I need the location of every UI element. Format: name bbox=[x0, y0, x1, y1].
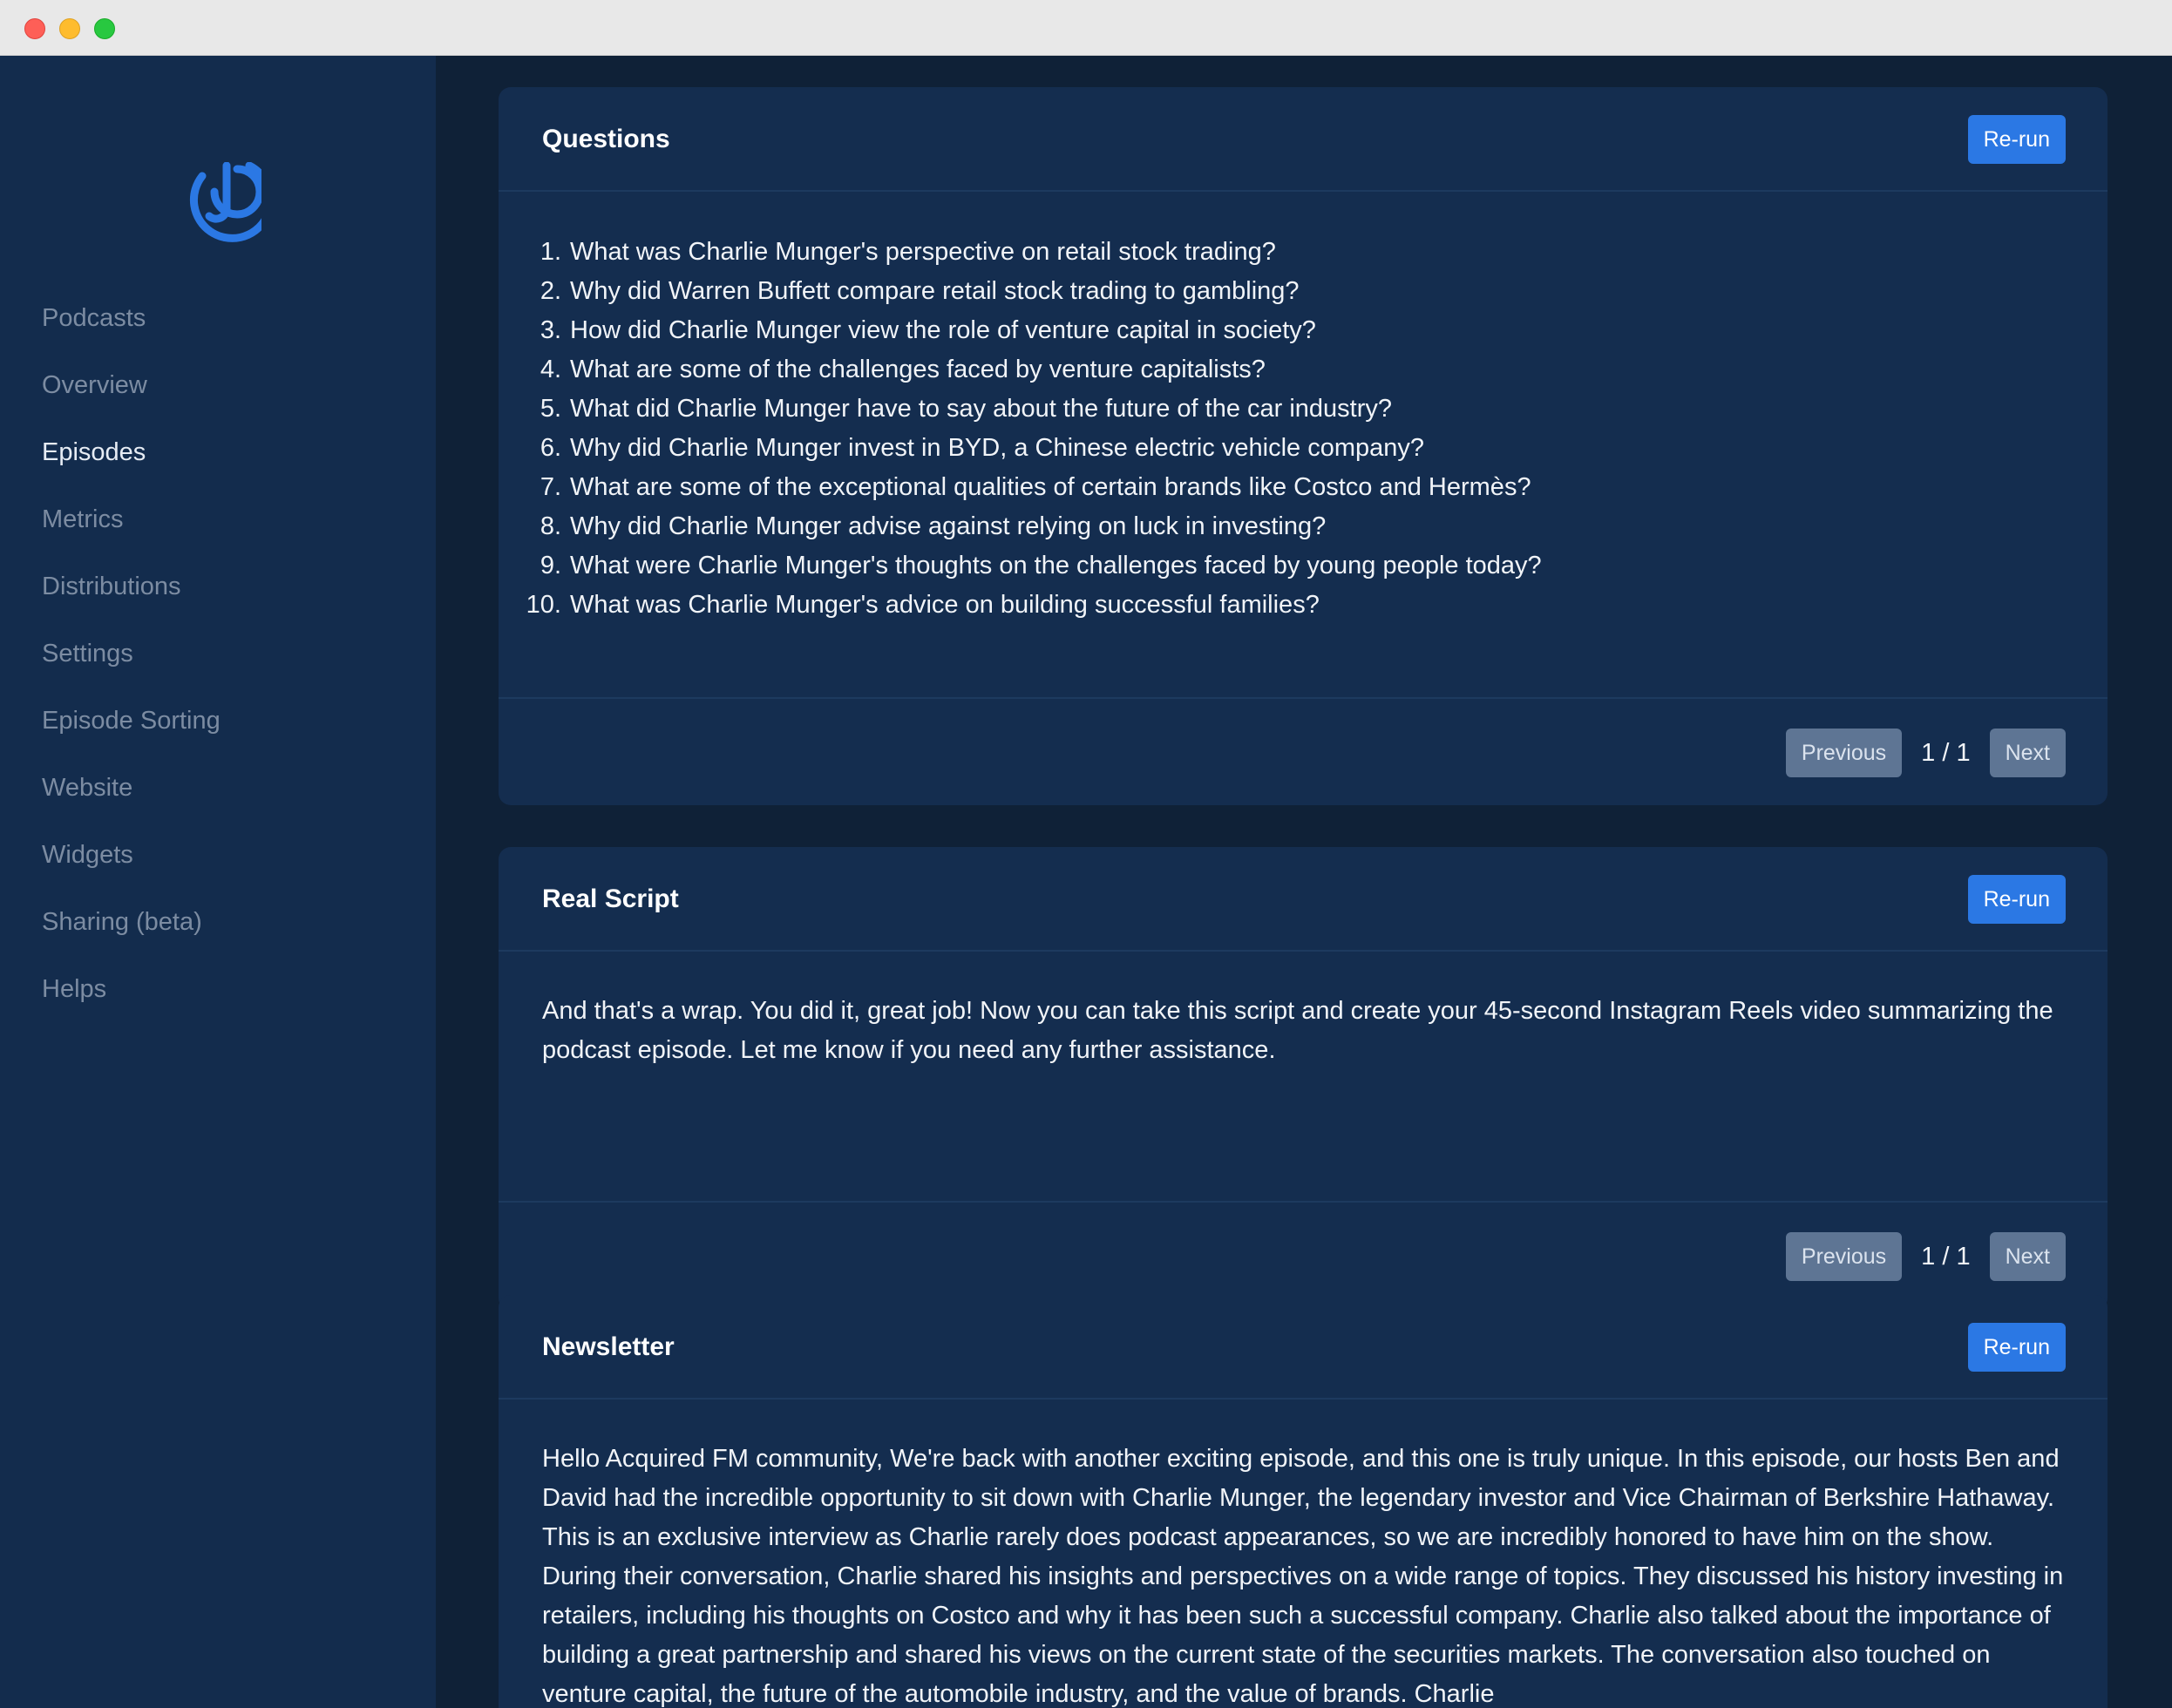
list-item-text: What did Charlie Munger have to say abou… bbox=[570, 395, 1393, 423]
questions-next-button[interactable]: Next bbox=[1989, 729, 2066, 777]
list-item-text: What are some of the challenges faced by… bbox=[570, 356, 1266, 383]
list-item-number: 10. bbox=[526, 591, 561, 619]
questions-card-footer: Previous 1 / 1 Next bbox=[499, 697, 2108, 805]
sidebar-item-sharing-beta[interactable]: Sharing (beta) bbox=[42, 895, 221, 962]
questions-card: Questions Re-run 1. What was Charlie Mung… bbox=[499, 87, 2108, 805]
list-item-text: How did Charlie Munger view the role of … bbox=[570, 316, 1316, 344]
sidebar-nav: Podcasts Overview Episodes Metrics Distr… bbox=[42, 291, 221, 1029]
questions-card-header: Questions Re-run bbox=[499, 87, 2108, 192]
list-item-number: 7. bbox=[540, 473, 561, 501]
list-item-text: Why did Charlie Munger invest in BYD, a … bbox=[570, 434, 1424, 462]
sidebar-item-settings[interactable]: Settings bbox=[42, 627, 221, 694]
sidebar-item-podcasts[interactable]: Podcasts bbox=[42, 291, 221, 358]
sidebar-item-helps[interactable]: Helps bbox=[42, 962, 221, 1029]
list-item: 3. How did Charlie Munger view the role o… bbox=[499, 311, 2064, 350]
list-item: 10. What was Charlie Munger's advice on b… bbox=[499, 586, 2064, 625]
app-logo-icon[interactable] bbox=[171, 161, 275, 253]
list-item: 4. What are some of the challenges faced … bbox=[499, 350, 2064, 390]
sidebar-item-metrics[interactable]: Metrics bbox=[42, 492, 221, 559]
newsletter-card-header: Newsletter Re-run bbox=[499, 1295, 2108, 1400]
questions-page-indicator: 1 / 1 bbox=[1921, 738, 1971, 767]
sidebar-item-episode-sorting[interactable]: Episode Sorting bbox=[42, 694, 221, 761]
questions-previous-button[interactable]: Previous bbox=[1785, 729, 1903, 777]
list-item-text: Why did Warren Buffett compare retail st… bbox=[570, 277, 1300, 305]
list-item-number: 2. bbox=[540, 277, 561, 305]
close-window-button[interactable] bbox=[24, 18, 45, 39]
sidebar-item-widgets[interactable]: Widgets bbox=[42, 828, 221, 895]
real-script-page-indicator: 1 / 1 bbox=[1921, 1242, 1971, 1271]
real-script-body: And that's a wrap. You did it, great job… bbox=[542, 997, 2053, 1064]
list-item-text: Why did Charlie Munger advise against re… bbox=[570, 512, 1327, 540]
list-item-number: 6. bbox=[540, 434, 561, 462]
minimize-window-button[interactable] bbox=[59, 18, 80, 39]
list-item: 7. What are some of the exceptional quali… bbox=[499, 468, 2064, 507]
questions-pagination: Previous 1 / 1 Next bbox=[1785, 729, 2066, 777]
list-item-number: 5. bbox=[540, 395, 561, 423]
list-item: 5. What did Charlie Munger have to say ab… bbox=[499, 390, 2064, 429]
list-item-text: What was Charlie Munger's advice on buil… bbox=[570, 591, 1320, 619]
sidebar-item-distributions[interactable]: Distributions bbox=[42, 559, 221, 627]
sidebar-item-overview[interactable]: Overview bbox=[42, 358, 221, 425]
sidebar: Podcasts Overview Episodes Metrics Distr… bbox=[0, 56, 436, 1708]
real-script-title: Real Script bbox=[542, 884, 679, 913]
real-script-card: Real Script Re-run And that's a wrap. Yo… bbox=[499, 847, 2108, 1311]
questions-body: 1. What was Charlie Munger's perspective … bbox=[499, 233, 2064, 625]
sidebar-item-website[interactable]: Website bbox=[42, 761, 221, 828]
real-script-previous-button[interactable]: Previous bbox=[1785, 1232, 1903, 1281]
main-content[interactable]: Questions Re-run 1. What was Charlie Mung… bbox=[436, 56, 2172, 1708]
list-item: 9. What were Charlie Munger's thoughts on… bbox=[499, 546, 2064, 586]
newsletter-rerun-button[interactable]: Re-run bbox=[1967, 1323, 2066, 1372]
list-item: 1. What was Charlie Munger's perspective … bbox=[499, 233, 2064, 272]
list-item: 6. Why did Charlie Munger invest in BYD, … bbox=[499, 429, 2064, 468]
app-window: Podcasts Overview Episodes Metrics Distr… bbox=[0, 0, 2172, 1708]
list-item-number: 8. bbox=[540, 512, 561, 540]
list-item-number: 3. bbox=[540, 316, 561, 344]
list-item: 8. Why did Charlie Munger advise against … bbox=[499, 507, 2064, 546]
real-script-pagination: Previous 1 / 1 Next bbox=[1785, 1232, 2066, 1281]
list-item: 2. Why did Warren Buffett compare retail … bbox=[499, 272, 2064, 311]
maximize-window-button[interactable] bbox=[94, 18, 115, 39]
newsletter-title: Newsletter bbox=[542, 1332, 675, 1361]
window-titlebar bbox=[0, 0, 2172, 56]
sidebar-item-episodes[interactable]: Episodes bbox=[42, 425, 221, 492]
list-item-number: 4. bbox=[540, 356, 561, 383]
questions-title: Questions bbox=[542, 125, 670, 153]
list-item-text: What were Charlie Munger's thoughts on t… bbox=[570, 552, 1542, 580]
real-script-rerun-button[interactable]: Re-run bbox=[1967, 875, 2066, 924]
list-item-text: What was Charlie Munger's perspective on… bbox=[570, 238, 1276, 266]
real-script-card-header: Real Script Re-run bbox=[499, 847, 2108, 952]
newsletter-card: Newsletter Re-run Hello Acquired FM comm… bbox=[499, 1295, 2108, 1708]
questions-rerun-button[interactable]: Re-run bbox=[1967, 115, 2066, 164]
list-item-number: 1. bbox=[540, 238, 561, 266]
list-item-number: 9. bbox=[540, 552, 561, 580]
real-script-next-button[interactable]: Next bbox=[1989, 1232, 2066, 1281]
newsletter-body: Hello Acquired FM community, We're back … bbox=[542, 1445, 2064, 1708]
questions-list: 1. What was Charlie Munger's perspective … bbox=[499, 233, 2064, 625]
list-item-text: What are some of the exceptional qualiti… bbox=[570, 473, 1531, 501]
